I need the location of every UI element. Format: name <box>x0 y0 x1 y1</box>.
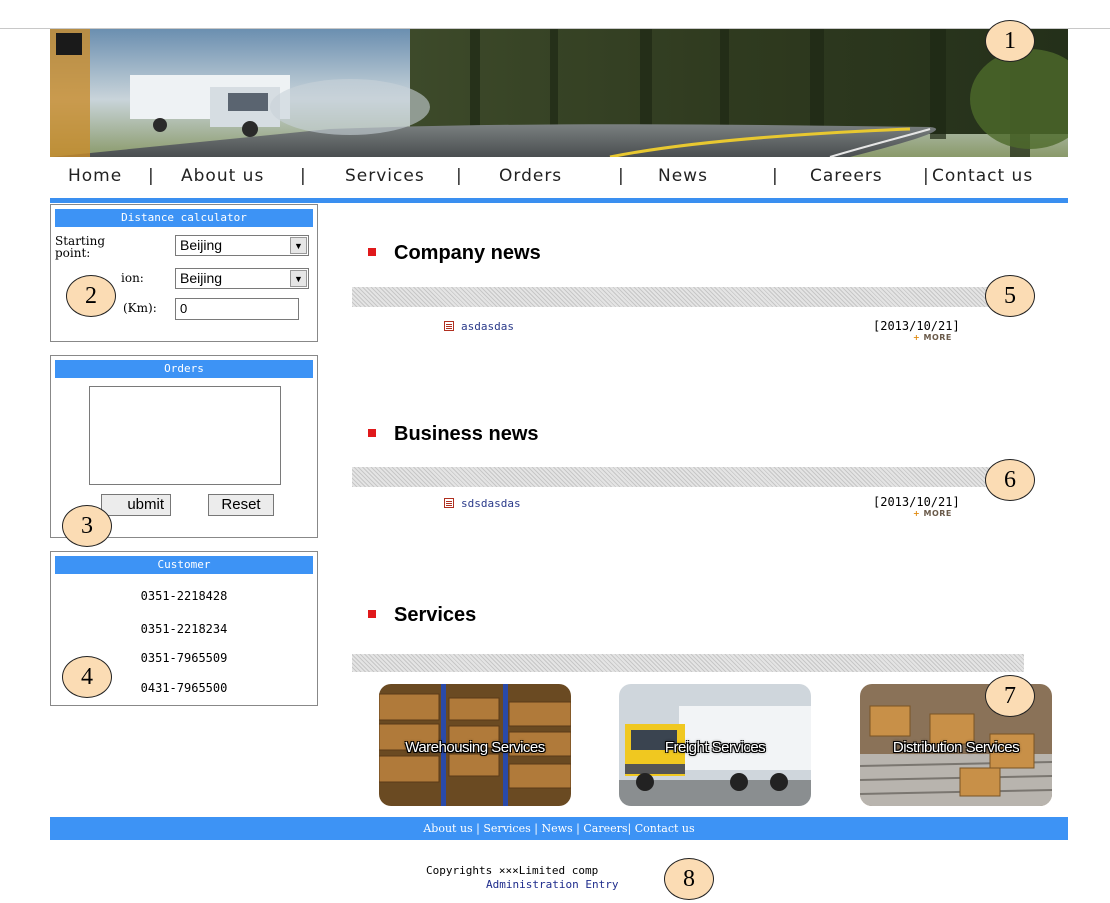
warehousing-services-card[interactable]: Warehousing Services <box>379 684 571 806</box>
services-title: Services <box>394 604 477 626</box>
reset-button[interactable]: Reset <box>208 494 274 516</box>
main-nav: Home | About us | Services | Orders | Ne… <box>50 157 1068 199</box>
callout-marker-5: 5 <box>985 275 1035 317</box>
document-icon <box>444 321 454 331</box>
orders-textarea[interactable] <box>89 386 281 485</box>
callout-marker-6: 6 <box>985 459 1035 501</box>
more-label: MORE <box>923 509 952 518</box>
nav-news[interactable]: News <box>658 166 708 186</box>
footer-link-services[interactable]: Services <box>483 822 530 835</box>
nav-orders[interactable]: Orders <box>499 166 562 186</box>
section-divider <box>352 467 1024 487</box>
warehousing-services-label: Warehousing Services <box>405 739 545 756</box>
submit-button[interactable]: ubmit <box>101 494 171 516</box>
distance-input[interactable]: 0 <box>175 298 299 320</box>
footer-link-contact-us[interactable]: Contact us <box>635 822 695 835</box>
callout-marker-7: 7 <box>985 675 1035 717</box>
distance-calculator-panel: Distance calculator Starting point: Beij… <box>50 204 318 342</box>
starting-label-line2: point: <box>55 246 91 260</box>
footer-link-careers[interactable]: Careers <box>583 822 627 835</box>
destination-select[interactable]: Beijing ▼ <box>175 268 309 289</box>
nav-separator: | <box>923 166 929 186</box>
news-item-link[interactable]: asdasdas <box>461 320 514 333</box>
header-banner <box>50 29 1068 157</box>
footer-link-news[interactable]: News <box>541 822 572 835</box>
nav-separator: | <box>772 166 778 186</box>
callout-marker-3: 3 <box>62 505 112 547</box>
services-heading: Services <box>368 604 476 627</box>
nav-services[interactable]: Services <box>345 166 425 186</box>
callout-marker-4: 4 <box>62 656 112 698</box>
nav-separator: | <box>300 166 306 186</box>
nav-separator: | <box>618 166 624 186</box>
callout-marker-8: 8 <box>664 858 714 900</box>
distance-label: (Km): <box>123 301 157 315</box>
distance-calculator-title: Distance calculator <box>55 209 313 227</box>
footer-link-bar: About us | Services | News | Careers| Co… <box>50 817 1068 840</box>
destination-label: ion: <box>121 271 144 285</box>
freight-services-card[interactable]: Freight Services <box>619 684 811 806</box>
business-news-heading: Business news <box>368 423 539 446</box>
customer-phone: 0351-2218428 <box>140 589 228 603</box>
copyright-text: Copyrights ×××Limited comp <box>426 864 599 877</box>
square-bullet-icon <box>368 609 376 618</box>
chevron-down-icon[interactable]: ▼ <box>290 270 307 287</box>
news-item-link[interactable]: sdsdasdas <box>461 497 521 510</box>
customer-phone: 0351-2218234 <box>140 622 228 636</box>
news-item-date: [2013/10/21] <box>873 319 960 333</box>
orders-title: Orders <box>55 360 313 378</box>
square-bullet-icon <box>368 247 376 256</box>
nav-home[interactable]: Home <box>68 166 122 186</box>
customer-title: Customer <box>55 556 313 574</box>
more-label: MORE <box>923 333 952 342</box>
nav-separator: | <box>456 166 462 186</box>
business-news-title: Business news <box>394 423 539 445</box>
starting-point-select[interactable]: Beijing ▼ <box>175 235 309 256</box>
administration-entry-link[interactable]: Administration Entry <box>486 878 618 891</box>
more-link[interactable]: + MORE <box>913 333 952 342</box>
nav-underline <box>50 198 1068 203</box>
distribution-services-label: Distribution Services <box>892 739 1020 756</box>
callout-marker-2: 2 <box>66 275 116 317</box>
nav-separator: | <box>148 166 154 186</box>
starting-point-value: Beijing <box>180 237 223 253</box>
nav-contact-us[interactable]: Contact us <box>932 166 1033 186</box>
nav-careers[interactable]: Careers <box>810 166 883 186</box>
company-news-title: Company news <box>394 242 541 264</box>
section-divider <box>352 287 1024 307</box>
callout-marker-1: 1 <box>985 20 1035 62</box>
starting-point-label: Starting point: <box>55 235 105 259</box>
destination-value: Beijing <box>180 270 223 286</box>
chevron-down-icon[interactable]: ▼ <box>290 237 307 254</box>
nav-about-us[interactable]: About us <box>181 166 264 186</box>
section-divider <box>352 654 1024 672</box>
document-icon <box>444 498 454 508</box>
more-link[interactable]: + MORE <box>913 509 952 518</box>
freight-services-label: Freight Services <box>664 739 766 756</box>
footer-link-about-us[interactable]: About us <box>423 822 472 835</box>
company-news-heading: Company news <box>368 242 541 265</box>
square-bullet-icon <box>368 428 376 437</box>
news-item-date: [2013/10/21] <box>873 495 960 509</box>
